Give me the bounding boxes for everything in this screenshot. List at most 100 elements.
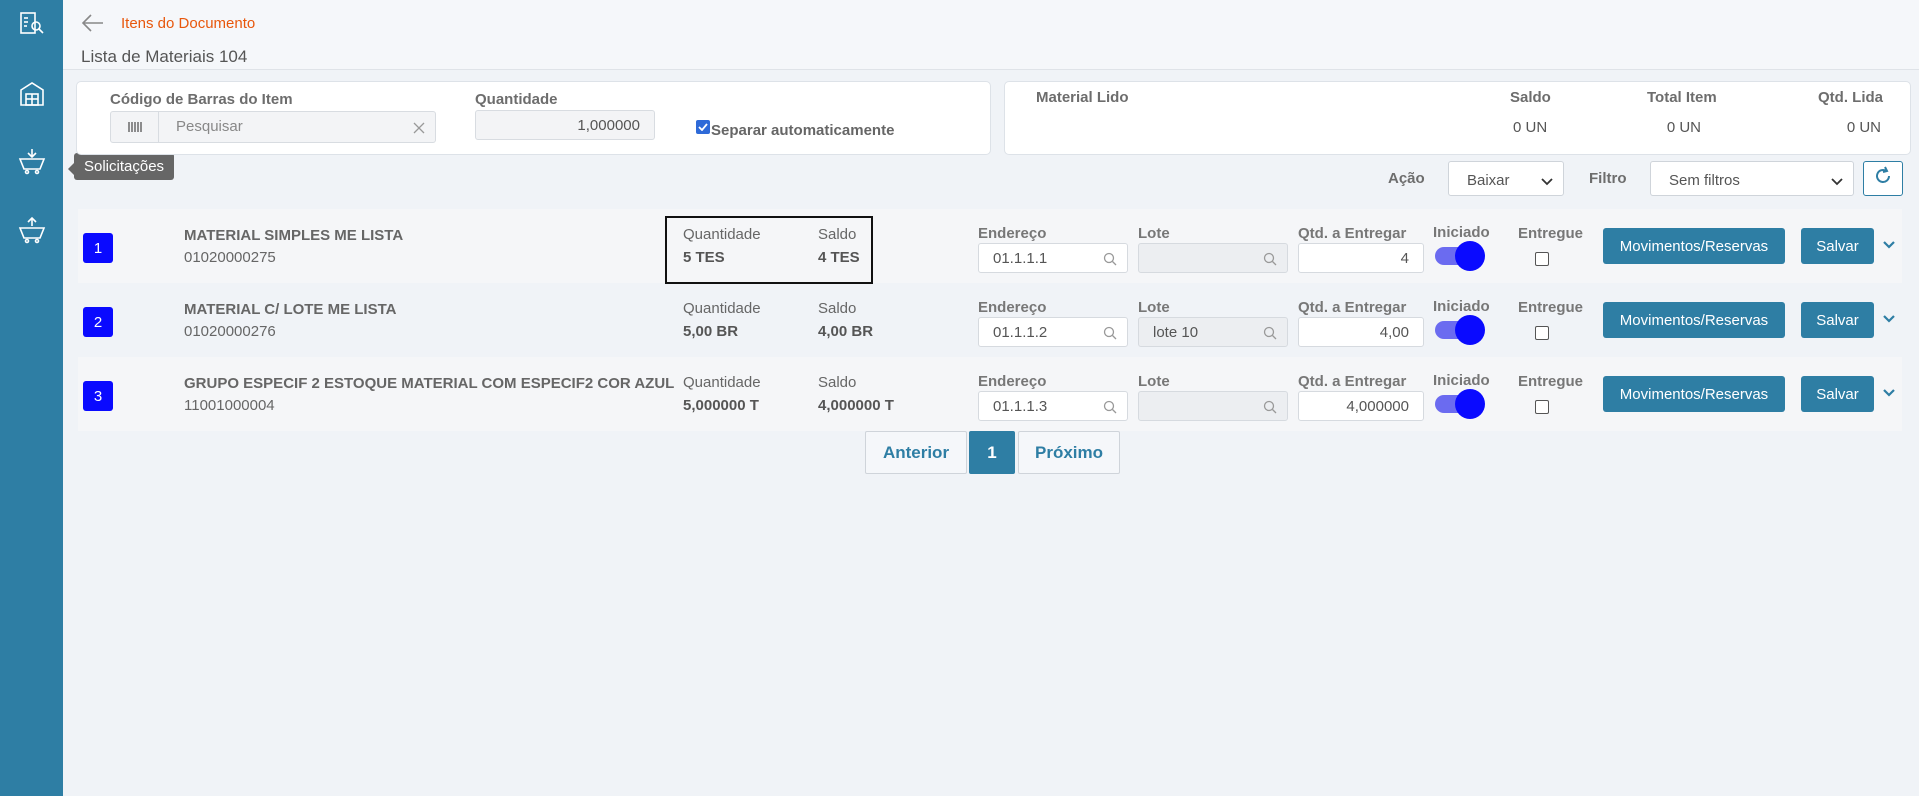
save-button[interactable]: Salvar — [1801, 228, 1874, 264]
lote-label: Lote — [1138, 373, 1170, 390]
action-select[interactable]: Baixar — [1448, 161, 1564, 196]
warehouse-icon[interactable] — [18, 80, 46, 108]
endereco-input[interactable]: 01.1.1.2 — [978, 317, 1128, 347]
iniciado-label: Iniciado — [1433, 372, 1490, 389]
pagination-page-1[interactable]: 1 — [969, 431, 1015, 474]
movimentos-reservas-button[interactable]: Movimentos/Reservas — [1603, 302, 1785, 338]
lote-input[interactable] — [1138, 391, 1288, 421]
qtd-entregar-label: Qtd. a Entregar — [1298, 373, 1407, 390]
barcode-icon — [111, 112, 159, 142]
qtd-lida-label: Qtd. Lida — [1818, 89, 1883, 106]
entregue-label: Entregue — [1518, 373, 1584, 390]
item-code: 01020000275 — [184, 249, 276, 266]
quantity-input[interactable]: 1,000000 — [475, 110, 655, 140]
pagination-next[interactable]: Próximo — [1018, 431, 1120, 474]
search-icon[interactable] — [1103, 252, 1117, 270]
filter-label: Filtro — [1589, 170, 1627, 187]
page-title: Lista de Materiais 104 — [81, 47, 248, 66]
material-read-label: Material Lido — [1036, 89, 1129, 106]
item-name: MATERIAL SIMPLES ME LISTA — [184, 227, 404, 244]
endereco-value: 01.1.1.3 — [993, 398, 1048, 415]
search-icon[interactable] — [1263, 326, 1277, 344]
read-material-panel: Material Lido Saldo Total Item Qtd. Lida… — [1004, 81, 1911, 155]
row-number: 2 — [83, 307, 113, 337]
refresh-button[interactable] — [1863, 161, 1903, 196]
entregue-checkbox[interactable] — [1535, 252, 1549, 266]
qtd-entregar-input[interactable]: 4 — [1298, 243, 1424, 273]
entregue-checkbox[interactable] — [1535, 326, 1549, 340]
saldo-value: 4,00 BR — [818, 323, 874, 340]
row-number: 1 — [83, 233, 113, 263]
saldo-label: Saldo — [818, 374, 857, 391]
quantidade-value: 5,00 BR — [683, 323, 739, 340]
back-arrow-icon[interactable] — [81, 12, 105, 39]
endereco-value: 01.1.1.2 — [993, 324, 1048, 341]
highlight-box — [665, 216, 873, 284]
search-icon[interactable] — [1263, 252, 1277, 270]
chevron-down-icon — [1541, 173, 1553, 190]
qtd-entregar-input[interactable]: 4,00 — [1298, 317, 1424, 347]
saldo-label: Saldo — [1510, 89, 1551, 106]
search-icon[interactable] — [1103, 326, 1117, 344]
basket-down-icon[interactable] — [18, 147, 46, 175]
endereco-value: 01.1.1.1 — [993, 250, 1048, 267]
page-header: Itens do Documento Lista de Materiais 10… — [63, 0, 1919, 70]
item-code: 01020000276 — [184, 323, 276, 340]
document-search-icon[interactable] — [18, 10, 46, 38]
lote-value: lote 10 — [1153, 324, 1199, 341]
chevron-down-icon — [1831, 173, 1843, 190]
iniciado-toggle[interactable] — [1435, 315, 1485, 345]
lote-label: Lote — [1138, 225, 1170, 242]
entregue-checkbox[interactable] — [1535, 400, 1549, 414]
auto-separate-label: Separar automaticamente — [711, 122, 895, 139]
saldo-label: Saldo — [818, 300, 857, 317]
movimentos-reservas-button[interactable]: Movimentos/Reservas — [1603, 376, 1785, 412]
search-icon[interactable] — [1103, 400, 1117, 418]
row-number: 3 — [83, 381, 113, 411]
iniciado-toggle[interactable] — [1435, 241, 1485, 271]
scan-panel: Código de Barras do Item Pesquisar Quant… — [76, 81, 991, 155]
item-code: 11001000004 — [184, 397, 275, 414]
pagination-prev[interactable]: Anterior — [865, 431, 967, 474]
filter-select[interactable]: Sem filtros — [1650, 161, 1854, 196]
barcode-search-input[interactable]: Pesquisar — [110, 111, 436, 143]
qtd-lida-value: 0 UN — [1846, 119, 1881, 136]
qtd-entregar-label: Qtd. a Entregar — [1298, 299, 1407, 316]
entregue-label: Entregue — [1518, 225, 1584, 242]
item-name: MATERIAL C/ LOTE ME LISTA — [184, 301, 397, 318]
lote-input[interactable]: lote 10 — [1138, 317, 1288, 347]
chevron-down-icon[interactable] — [1882, 237, 1896, 255]
endereco-label: Endereço — [978, 299, 1047, 316]
action-label: Ação — [1388, 170, 1425, 187]
chevron-down-icon[interactable] — [1882, 385, 1896, 403]
action-select-value: Baixar — [1467, 172, 1510, 189]
auto-separate-checkbox[interactable] — [696, 120, 710, 134]
endereco-input[interactable]: 01.1.1.1 — [978, 243, 1128, 273]
quantidade-label: Quantidade — [683, 300, 761, 317]
sidebar — [0, 0, 63, 796]
table-row: 2 MATERIAL C/ LOTE ME LISTA 01020000276 … — [78, 283, 1902, 357]
lote-label: Lote — [1138, 299, 1170, 316]
total-item-value: 0 UN — [1666, 119, 1701, 136]
qtd-entregar-label: Qtd. a Entregar — [1298, 225, 1407, 242]
movimentos-reservas-button[interactable]: Movimentos/Reservas — [1603, 228, 1785, 264]
chevron-down-icon[interactable] — [1882, 311, 1896, 329]
barcode-label: Código de Barras do Item — [110, 91, 293, 108]
refresh-icon — [1873, 166, 1893, 191]
breadcrumb[interactable]: Itens do Documento — [121, 15, 255, 32]
clear-icon[interactable] — [413, 121, 425, 138]
filter-select-value: Sem filtros — [1669, 172, 1740, 189]
endereco-input[interactable]: 01.1.1.3 — [978, 391, 1128, 421]
search-icon[interactable] — [1263, 400, 1277, 418]
lote-input[interactable] — [1138, 243, 1288, 273]
basket-up-icon[interactable] — [18, 216, 46, 244]
table-row: 3 GRUPO ESPECIF 2 ESTOQUE MATERIAL COM E… — [78, 357, 1902, 431]
iniciado-toggle[interactable] — [1435, 389, 1485, 419]
save-button[interactable]: Salvar — [1801, 302, 1874, 338]
qtd-entregar-input[interactable]: 4,000000 — [1298, 391, 1424, 421]
search-placeholder: Pesquisar — [176, 118, 243, 135]
entregue-label: Entregue — [1518, 299, 1584, 316]
save-button[interactable]: Salvar — [1801, 376, 1874, 412]
endereco-label: Endereço — [978, 373, 1047, 390]
endereco-label: Endereço — [978, 225, 1047, 242]
